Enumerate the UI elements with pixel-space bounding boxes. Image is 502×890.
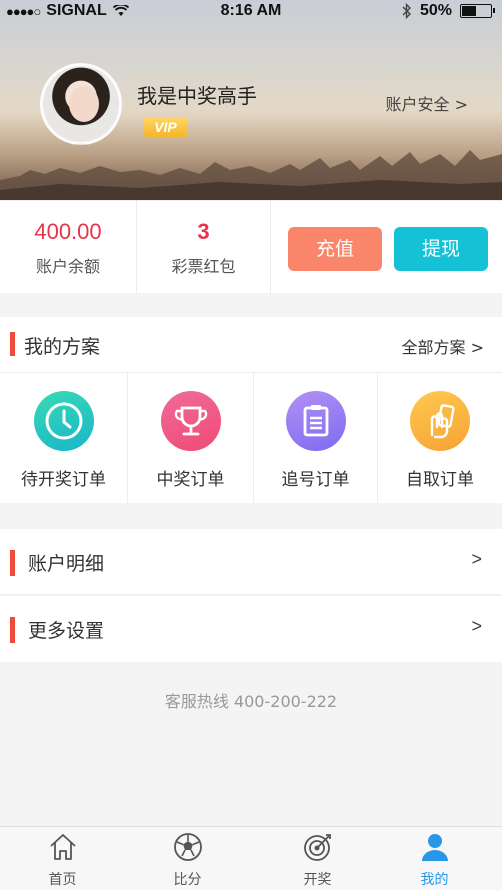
battery-icon — [460, 4, 495, 18]
plan-label: 自取订单 — [406, 470, 474, 490]
bluetooth-icon — [402, 3, 411, 19]
person-icon — [421, 834, 448, 861]
battery-percent: 50% — [419, 2, 452, 19]
my-plans-title: 我的方案 — [24, 336, 101, 358]
tab-label: 开奖 — [303, 872, 332, 888]
more-settings-row[interactable]: 更多设置 > — [0, 596, 502, 662]
status-bar: ●●●●○ SIGNAL 8:16 AM 50% — [0, 0, 502, 24]
username: 我是中奖高手 — [137, 84, 257, 108]
chevron-right-icon: > — [471, 616, 482, 636]
account-balance[interactable]: 400.00 账户余额 — [0, 201, 137, 294]
tab-label: 首页 — [48, 872, 77, 888]
plan-winning[interactable]: 中奖订单 — [128, 373, 254, 504]
balance-amount: 400.00 — [34, 219, 102, 244]
my-plans-header: 我的方案 全部方案 > — [0, 317, 502, 372]
recharge-button[interactable]: 充值 — [288, 227, 382, 271]
city-skyline-image — [0, 150, 502, 200]
all-plans-link[interactable]: 全部方案 > — [402, 334, 485, 358]
tab-label: 我的 — [420, 872, 449, 888]
plan-label: 中奖订单 — [156, 470, 225, 490]
plan-pending-draw[interactable]: 待开奖订单 — [0, 373, 128, 504]
account-detail-label: 账户明细 — [28, 553, 105, 575]
balance-label: 账户余额 — [35, 257, 100, 276]
trophy-icon — [160, 391, 221, 451]
avatar[interactable] — [40, 63, 122, 145]
withdraw-button[interactable]: 提现 — [394, 227, 488, 271]
vip-badge: VIP — [143, 117, 188, 137]
football-icon — [173, 833, 202, 861]
plans-grid: 待开奖订单 中奖订单 追号订单 自取订单 — [0, 372, 502, 504]
tab-home[interactable]: 首页 — [0, 827, 125, 890]
plan-label: 追号订单 — [281, 470, 350, 490]
target-icon — [303, 834, 331, 861]
redpacket-count: 3 — [197, 219, 210, 244]
more-settings-label: 更多设置 — [28, 620, 105, 642]
tab-lottery-results[interactable]: 开奖 — [255, 827, 380, 890]
clipboard-icon — [285, 391, 346, 451]
chevron-right-icon: > — [471, 549, 482, 569]
lottery-redpacket[interactable]: 3 彩票红包 — [137, 201, 271, 294]
redpacket-label: 彩票红包 — [171, 257, 236, 276]
tab-label: 比分 — [173, 872, 202, 888]
section-accent-bar — [10, 550, 15, 576]
plan-self-pickup[interactable]: 自取订单 — [378, 373, 502, 504]
section-accent-bar — [10, 332, 15, 356]
plan-label: 待开奖订单 — [21, 470, 106, 490]
hand-ticket-icon — [410, 391, 470, 451]
section-accent-bar — [10, 617, 15, 643]
tab-mine[interactable]: 我的 — [372, 827, 497, 890]
bottom-tab-bar: 首页 比分 开奖 我的 — [0, 826, 502, 890]
plan-chase-number[interactable]: 追号订单 — [254, 373, 378, 504]
customer-service-hotline[interactable]: 客服热线 400-200-222 — [0, 688, 502, 712]
home-icon — [49, 834, 76, 860]
account-security-link[interactable]: 账户安全 > — [386, 91, 469, 115]
profile-header: ●●●●○ SIGNAL 8:16 AM 50% 我是中奖高手 VIP 账户安全… — [0, 0, 502, 200]
account-detail-row[interactable]: 账户明细 > — [0, 529, 502, 595]
clock-icon — [33, 391, 94, 451]
tab-scores[interactable]: 比分 — [125, 827, 250, 890]
